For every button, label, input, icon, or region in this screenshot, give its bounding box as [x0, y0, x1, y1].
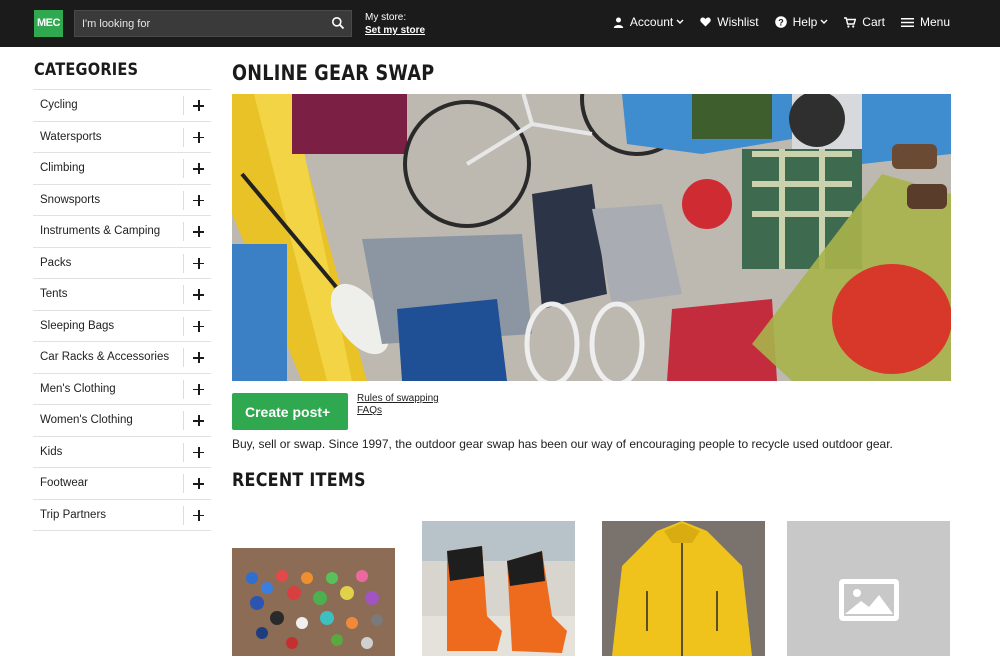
category-label: Women's Clothing — [40, 414, 133, 426]
expand-plus-icon[interactable] — [183, 442, 211, 462]
category-item[interactable]: Car Racks & Accessories — [33, 342, 211, 374]
cart-link[interactable]: Cart — [844, 15, 885, 29]
category-label: Footwear — [40, 477, 88, 489]
cart-label: Cart — [862, 15, 885, 29]
faq-link[interactable]: FAQs — [357, 405, 439, 417]
yellow-jacket-image — [602, 521, 765, 656]
category-item[interactable]: Tents — [33, 279, 211, 311]
category-label: Car Racks & Accessories — [40, 351, 170, 363]
help-menu[interactable]: ? Help — [774, 15, 829, 29]
store-label: My store: — [365, 12, 407, 23]
intro-text: Buy, sell or swap. Since 1997, the outdo… — [232, 437, 893, 451]
category-label: Sleeping Bags — [40, 319, 115, 332]
chevron-down-icon — [676, 19, 684, 24]
menu-label: Menu — [919, 15, 950, 29]
gear-flatlay-illustration — [232, 94, 951, 381]
categories-title: CATEGORIES — [34, 60, 139, 80]
recent-item-thumbnail[interactable] — [422, 521, 575, 656]
expand-plus-icon[interactable] — [183, 222, 211, 241]
expand-plus-icon[interactable] — [183, 411, 211, 430]
create-post-button[interactable]: Create post+ — [232, 393, 348, 430]
category-item[interactable]: Watersports — [33, 122, 211, 153]
category-label: Men's Clothing — [40, 382, 116, 395]
category-item[interactable]: Trip Partners — [33, 500, 211, 531]
category-list: Cycling Watersports Climbing Snowsports … — [33, 89, 211, 531]
header-nav: Account Wishlist ? Help Cart Menu — [597, 15, 950, 29]
expand-plus-icon[interactable] — [183, 159, 211, 178]
recent-item-thumbnail[interactable] — [787, 521, 950, 656]
recent-items-title: RECENT ITEMS — [232, 469, 366, 491]
search-input[interactable] — [75, 11, 325, 36]
climbing-holds-image — [232, 548, 395, 656]
expand-plus-icon[interactable] — [183, 96, 211, 115]
category-label: Watersports — [40, 130, 102, 143]
search-icon[interactable] — [331, 16, 345, 30]
rules-link[interactable]: Rules of swapping — [357, 393, 439, 405]
svg-text:?: ? — [778, 17, 784, 27]
category-item[interactable]: Snowsports — [33, 185, 211, 216]
chevron-down-icon — [820, 19, 828, 24]
recent-item-thumbnail[interactable] — [232, 548, 395, 656]
category-item[interactable]: Packs — [33, 248, 211, 279]
expand-plus-icon[interactable] — [183, 285, 211, 304]
category-item[interactable]: Instruments & Camping — [33, 216, 211, 248]
top-header: MEC My store: Set my store Account Wishl — [0, 0, 1000, 47]
category-item[interactable]: Climbing — [33, 153, 211, 185]
account-menu[interactable]: Account — [613, 15, 684, 29]
category-label: Tents — [40, 288, 68, 300]
category-item[interactable]: Footwear — [33, 468, 211, 500]
image-placeholder-icon — [787, 521, 950, 656]
hero-image — [232, 94, 951, 381]
help-icon: ? — [774, 16, 787, 28]
category-label: Climbing — [40, 162, 85, 174]
expand-plus-icon[interactable] — [183, 316, 211, 336]
expand-plus-icon[interactable] — [183, 348, 211, 367]
page-title: ONLINE GEAR SWAP — [232, 61, 435, 85]
heart-icon — [700, 17, 711, 27]
ski-boots-image — [422, 521, 575, 656]
category-item[interactable]: Sleeping Bags — [33, 311, 211, 342]
recent-item-thumbnail[interactable] — [602, 521, 765, 656]
help-links: Rules of swapping FAQs — [357, 393, 439, 417]
expand-plus-icon[interactable] — [183, 379, 211, 399]
expand-plus-icon[interactable] — [183, 190, 211, 210]
expand-plus-icon[interactable] — [183, 127, 211, 147]
cart-icon — [844, 16, 857, 28]
category-item[interactable]: Men's Clothing — [33, 374, 211, 405]
hamburger-icon — [900, 17, 914, 27]
category-item[interactable]: Kids — [33, 437, 211, 468]
category-label: Packs — [40, 256, 72, 269]
category-label: Kids — [40, 445, 63, 458]
category-label: Instruments & Camping — [40, 225, 161, 237]
help-label: Help — [792, 15, 818, 29]
category-item[interactable]: Cycling — [33, 90, 211, 122]
menu-button[interactable]: Menu — [900, 15, 950, 29]
wishlist-link[interactable]: Wishlist — [700, 15, 759, 29]
mec-logo[interactable]: MEC — [34, 10, 63, 37]
user-icon — [613, 17, 624, 28]
category-label: Trip Partners — [40, 508, 107, 521]
set-store-link[interactable]: Set my store — [365, 24, 425, 37]
store-selector: My store: Set my store — [365, 11, 425, 37]
expand-plus-icon[interactable] — [183, 474, 211, 493]
category-label: Snowsports — [40, 193, 101, 206]
expand-plus-icon[interactable] — [183, 253, 211, 273]
expand-plus-icon[interactable] — [183, 505, 211, 525]
account-label: Account — [629, 15, 674, 29]
wishlist-label: Wishlist — [717, 15, 759, 29]
category-item[interactable]: Women's Clothing — [33, 405, 211, 437]
category-label: Cycling — [40, 99, 78, 111]
search-bar — [74, 10, 352, 37]
